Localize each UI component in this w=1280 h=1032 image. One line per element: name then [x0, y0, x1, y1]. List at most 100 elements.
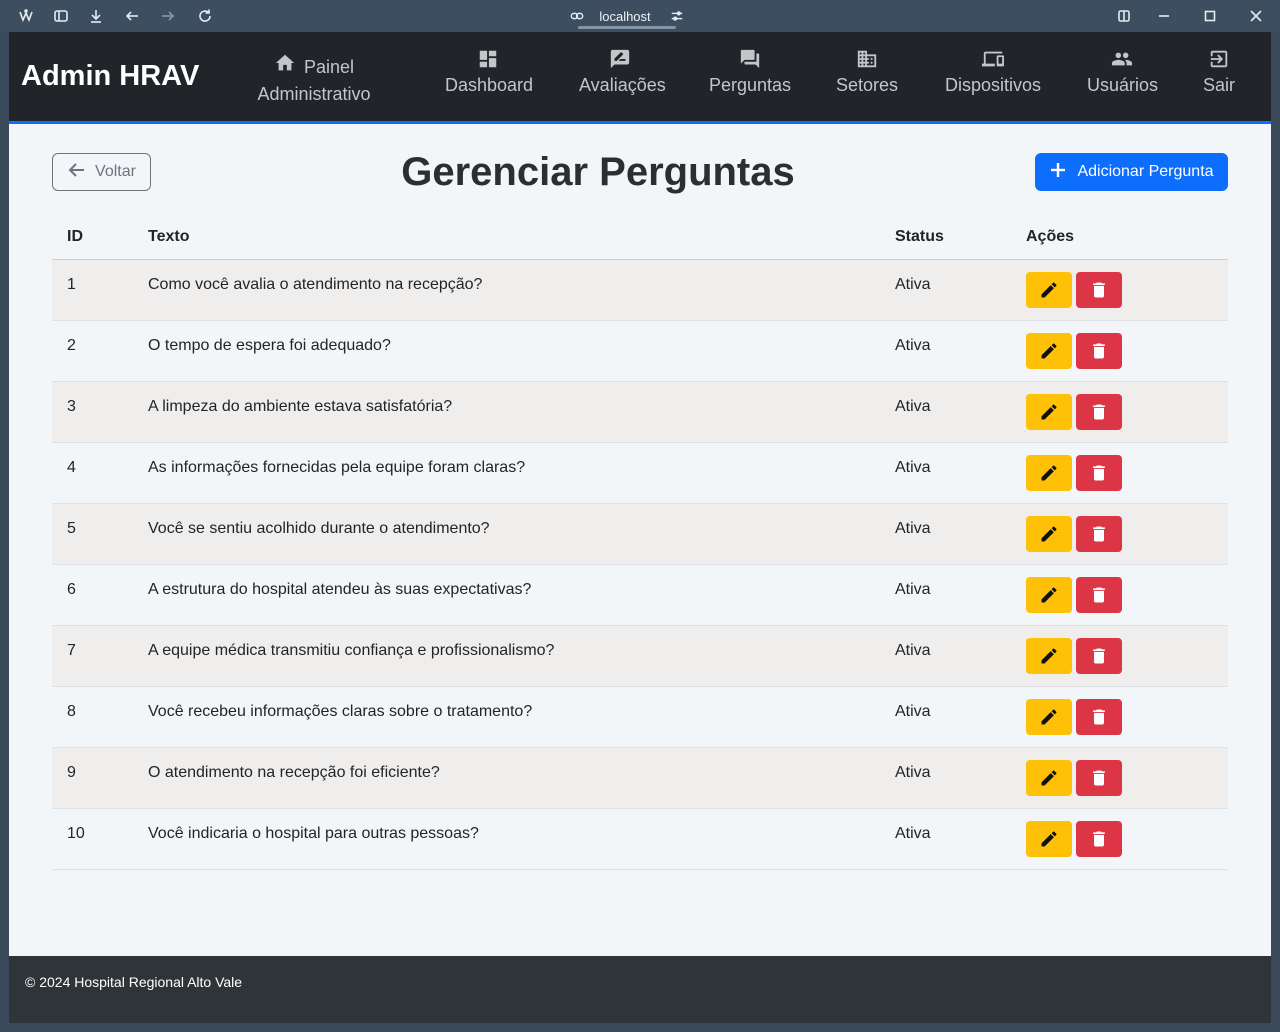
- nav-item-avaliacoes[interactable]: Avaliações: [579, 46, 666, 98]
- nav-item-sair[interactable]: Sair: [1201, 46, 1237, 98]
- delete-button[interactable]: [1076, 638, 1122, 674]
- nav-item-painel[interactable]: Painel Administrativo: [257, 52, 371, 107]
- app-logo-icon[interactable]: [16, 6, 36, 26]
- table-row: 2 O tempo de espera foi adequado? Ativa: [52, 321, 1228, 382]
- cell-id: 1: [67, 276, 76, 293]
- trash-icon: [1089, 585, 1109, 605]
- back-icon[interactable]: [122, 6, 142, 26]
- questions-table: ID Texto Status Ações 1 Como você avalia …: [52, 220, 1228, 870]
- close-icon[interactable]: [1246, 6, 1266, 26]
- add-question-button[interactable]: Adicionar Pergunta: [1035, 153, 1228, 191]
- cell-text: A estrutura do hospital atendeu às suas …: [148, 581, 532, 598]
- delete-button[interactable]: [1076, 455, 1122, 491]
- nav-label: Sair: [1202, 75, 1235, 95]
- nav-item-usuarios[interactable]: Usuários: [1087, 46, 1159, 98]
- table-row: 10 Você indicaria o hospital para outras …: [52, 809, 1228, 870]
- nav-item-setores[interactable]: Setores: [835, 46, 899, 98]
- cell-text: As informações fornecidas pela equipe fo…: [148, 459, 526, 476]
- table-row: 6 A estrutura do hospital atendeu às suas…: [52, 565, 1228, 626]
- table-row: 8 Você recebeu informações claras sobre o…: [52, 687, 1228, 748]
- footer: © 2024 Hospital Regional Alto Vale: [9, 956, 1271, 1023]
- cell-status: Ativa: [895, 459, 931, 476]
- edit-button[interactable]: [1026, 638, 1072, 674]
- trash-icon: [1089, 707, 1109, 727]
- brand[interactable]: Admin HRAV: [21, 60, 199, 93]
- cell-text: A equipe médica transmitiu confiança e p…: [148, 642, 555, 659]
- edit-button[interactable]: [1026, 760, 1072, 796]
- edit-button[interactable]: [1026, 699, 1072, 735]
- footer-text: © 2024 Hospital Regional Alto Vale: [25, 974, 243, 990]
- edit-button[interactable]: [1026, 455, 1072, 491]
- navbar: Admin HRAV Painel Administrativo Dashboa…: [9, 32, 1271, 124]
- table-header: ID Texto Status Ações: [52, 220, 1228, 260]
- table-body: 1 Como você avalia o atendimento na recep…: [52, 260, 1228, 870]
- nav-label: Usuários: [1087, 75, 1159, 95]
- header-actions: Ações: [1026, 228, 1075, 245]
- cell-id: 9: [67, 764, 76, 781]
- minimize-icon[interactable]: [1154, 6, 1174, 26]
- address-bar[interactable]: localhost: [560, 5, 690, 27]
- rate-review-icon: [579, 46, 661, 72]
- forum-icon: [709, 46, 791, 72]
- nav-item-perguntas[interactable]: Perguntas: [709, 46, 791, 98]
- forward-icon[interactable]: [158, 6, 178, 26]
- nav-label: Perguntas: [709, 75, 792, 95]
- cell-text: O atendimento na recepção foi eficiente?: [148, 764, 440, 781]
- cell-status: Ativa: [895, 764, 931, 781]
- pencil-icon: [1039, 646, 1059, 666]
- cell-status: Ativa: [895, 520, 931, 537]
- edit-button[interactable]: [1026, 821, 1072, 857]
- reload-icon[interactable]: [195, 6, 215, 26]
- trash-icon: [1089, 829, 1109, 849]
- table-row: 4 As informações fornecidas pela equipe f…: [52, 443, 1228, 504]
- cell-id: 2: [67, 337, 76, 354]
- download-icon[interactable]: [86, 6, 106, 26]
- edit-button[interactable]: [1026, 577, 1072, 613]
- cell-id: 7: [67, 642, 76, 659]
- cell-text: Você indicaria o hospital para outras pe…: [148, 825, 479, 842]
- page-title: Gerenciar Perguntas: [401, 150, 795, 194]
- address-underline: [578, 26, 676, 29]
- pencil-icon: [1039, 829, 1059, 849]
- cell-status: Ativa: [895, 642, 931, 659]
- tune-icon[interactable]: [670, 9, 684, 26]
- delete-button[interactable]: [1076, 821, 1122, 857]
- address-text: localhost: [599, 8, 651, 24]
- delete-button[interactable]: [1076, 333, 1122, 369]
- browser-toolbar: localhost: [0, 0, 1280, 32]
- edit-button[interactable]: [1026, 333, 1072, 369]
- trash-icon: [1089, 463, 1109, 483]
- pencil-icon: [1039, 463, 1059, 483]
- edit-button[interactable]: [1026, 516, 1072, 552]
- table-row: 7 A equipe médica transmitiu confiança e …: [52, 626, 1228, 687]
- delete-button[interactable]: [1076, 760, 1122, 796]
- dashboard-icon: [445, 46, 531, 72]
- delete-button[interactable]: [1076, 394, 1122, 430]
- delete-button[interactable]: [1076, 577, 1122, 613]
- nav-item-dashboard[interactable]: Dashboard: [445, 46, 533, 98]
- maximize-icon[interactable]: [1200, 6, 1220, 26]
- table-row: 1 Como você avalia o atendimento na recep…: [52, 260, 1228, 321]
- edit-button[interactable]: [1026, 272, 1072, 308]
- link-icon: [570, 9, 584, 26]
- trash-icon: [1089, 768, 1109, 788]
- table-row: 9 O atendimento na recepção foi eficiente…: [52, 748, 1228, 809]
- home-icon: [274, 52, 296, 81]
- pencil-icon: [1039, 402, 1059, 422]
- edit-button[interactable]: [1026, 394, 1072, 430]
- header-status: Status: [895, 228, 944, 245]
- delete-button[interactable]: [1076, 699, 1122, 735]
- table-row: 5 Você se sentiu acolhido durante o atend…: [52, 504, 1228, 565]
- header-text: Texto: [148, 228, 190, 245]
- delete-button[interactable]: [1076, 516, 1122, 552]
- delete-button[interactable]: [1076, 272, 1122, 308]
- nav-item-dispositivos[interactable]: Dispositivos: [945, 46, 1041, 98]
- trash-icon: [1089, 341, 1109, 361]
- cell-text: O tempo de espera foi adequado?: [148, 337, 391, 354]
- cell-id: 6: [67, 581, 76, 598]
- split-view-icon[interactable]: [1114, 6, 1134, 26]
- sidebar-toggle-icon[interactable]: [51, 6, 71, 26]
- cell-id: 10: [67, 825, 85, 842]
- cell-id: 8: [67, 703, 76, 720]
- cell-id: 5: [67, 520, 76, 537]
